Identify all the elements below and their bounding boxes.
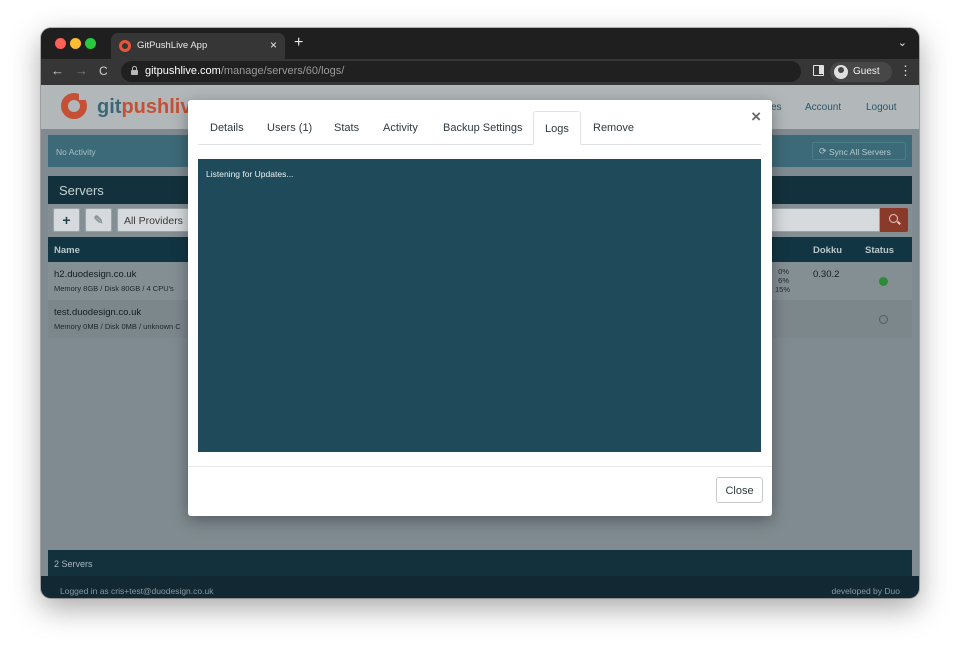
- edit-icon: ✎: [93, 213, 104, 227]
- server-name: h2.duodesign.co.uk: [54, 269, 137, 280]
- back-arrow-icon[interactable]: ←: [51, 63, 64, 78]
- status-online-icon: [879, 277, 888, 286]
- tab-remove[interactable]: Remove: [593, 111, 634, 145]
- sync-all-servers-button[interactable]: ⟳ Sync All Servers: [812, 142, 906, 160]
- nav-link-logout[interactable]: Logout: [866, 102, 897, 113]
- server-specs: Memory 0MB / Disk 0MB / unknown C: [54, 322, 181, 331]
- tab-details[interactable]: Details: [210, 111, 244, 145]
- activity-status: No Activity: [56, 147, 96, 157]
- lock-icon[interactable]: [131, 66, 138, 75]
- server-search-input[interactable]: [768, 208, 880, 232]
- log-line: Listening for Updates...: [206, 169, 294, 179]
- server-specs: Memory 8GB / Disk 80GB / 4 CPU's: [54, 284, 174, 293]
- servers-title: Servers: [59, 183, 104, 198]
- url-path: /manage/servers/60/logs/: [220, 65, 345, 77]
- status-offline-icon: [879, 315, 888, 324]
- developer-credit[interactable]: developed by Duo: [831, 586, 900, 596]
- tab-logs[interactable]: Logs: [533, 111, 581, 145]
- profile-label: Guest: [853, 66, 880, 77]
- favicon-icon: [119, 40, 131, 52]
- dokku-version: 0.30.2: [813, 269, 840, 280]
- add-server-button[interactable]: +: [53, 208, 80, 232]
- address-bar[interactable]: gitpushlive.com/manage/servers/60/logs/: [121, 61, 801, 82]
- forward-arrow-icon[interactable]: →: [75, 63, 88, 78]
- logo-icon: [61, 93, 87, 119]
- close-button-label: Close: [725, 485, 754, 497]
- edit-server-button[interactable]: ✎: [85, 208, 112, 232]
- avatar-icon: [834, 65, 848, 79]
- close-button[interactable]: Close: [716, 477, 763, 503]
- new-tab-icon[interactable]: +: [294, 34, 303, 52]
- modal-footer-divider: [188, 466, 772, 467]
- profile-button[interactable]: Guest: [830, 62, 892, 82]
- tab-list-chevron-icon[interactable]: ⌄: [898, 36, 907, 49]
- search-button[interactable]: [880, 208, 908, 232]
- maximize-window-button[interactable]: [85, 38, 96, 49]
- close-window-button[interactable]: [55, 38, 66, 49]
- side-panel-icon[interactable]: [813, 65, 824, 76]
- browser-tab[interactable]: GitPushLive App ×: [111, 33, 285, 59]
- server-modal: × Details Users (1) Stats Activity Backu…: [188, 100, 772, 516]
- server-name: test.duodesign.co.uk: [54, 307, 142, 318]
- provider-select-value: All Providers: [124, 215, 183, 227]
- nav-link-account[interactable]: Account: [805, 102, 841, 113]
- sync-icon: ⟳: [819, 146, 827, 156]
- browser-toolbar: ← → C gitpushlive.com/manage/servers/60/…: [41, 59, 919, 85]
- logged-in-text: Logged in as cris+test@duodesign.co.uk: [60, 586, 214, 596]
- tab-backup-settings[interactable]: Backup Settings: [443, 111, 523, 145]
- column-header-dokku[interactable]: Dokku: [813, 245, 842, 256]
- column-header-status[interactable]: Status: [865, 245, 894, 256]
- site-footer: Logged in as cris+test@duodesign.co.uk d…: [41, 576, 919, 598]
- close-icon[interactable]: ×: [751, 107, 761, 127]
- server-usage-stats: 0% 6% 15%: [775, 267, 791, 294]
- servers-footer: 2 Servers: [48, 550, 912, 576]
- tab-activity[interactable]: Activity: [383, 111, 418, 145]
- servers-count: 2 Servers: [54, 559, 93, 569]
- search-icon: [889, 214, 898, 223]
- nav-link-partial[interactable]: es: [771, 102, 782, 113]
- url-text[interactable]: gitpushlive.com/manage/servers/60/logs/: [145, 65, 344, 77]
- tab-close-icon[interactable]: ×: [270, 38, 277, 52]
- url-host: gitpushlive.com: [145, 65, 221, 77]
- browser-tab-bar: GitPushLive App × + ⌄: [41, 28, 919, 59]
- column-header-name[interactable]: Name: [54, 245, 80, 256]
- minimize-window-button[interactable]: [70, 38, 81, 49]
- tab-stats[interactable]: Stats: [334, 111, 359, 145]
- tab-users[interactable]: Users (1): [267, 111, 312, 145]
- plus-icon: +: [62, 212, 71, 228]
- browser-menu-icon[interactable]: ⋮: [899, 63, 912, 79]
- sync-label: Sync All Servers: [829, 147, 891, 157]
- reload-icon[interactable]: C: [99, 64, 108, 78]
- logo-text[interactable]: gitpushliv: [97, 96, 191, 119]
- log-output[interactable]: Listening for Updates...: [198, 159, 761, 452]
- tab-title: GitPushLive App: [137, 40, 208, 51]
